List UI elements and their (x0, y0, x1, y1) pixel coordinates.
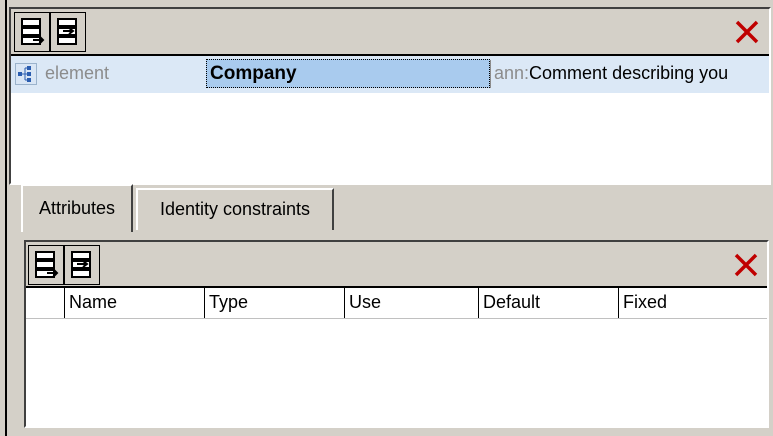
column-header-name[interactable]: Name (64, 288, 204, 318)
element-panel: element Company ann:Comment describing y… (9, 7, 771, 185)
append-row-icon (35, 251, 59, 278)
column-header-type[interactable]: Type (204, 288, 344, 318)
insert-attribute-button[interactable] (64, 245, 100, 285)
column-header-default[interactable]: Default (478, 288, 618, 318)
delete-button[interactable] (729, 13, 765, 51)
delete-x-icon (734, 253, 758, 277)
insert-row-icon (57, 18, 77, 45)
column-divider (490, 60, 491, 88)
tab-attributes-label: Attributes (38, 198, 116, 218)
tab-strip: Attributes Identity constraints (9, 184, 771, 236)
tab-attributes[interactable]: Attributes (21, 184, 133, 232)
element-name-field[interactable]: Company (206, 59, 490, 88)
element-row[interactable]: element Company ann:Comment describing y… (11, 56, 769, 93)
tab-identity-constraints-label: Identity constraints (159, 199, 311, 219)
delete-x-icon (735, 20, 759, 44)
element-node-icon (15, 63, 37, 85)
attributes-panel: Name Type Use Default Fixed (24, 240, 769, 428)
attributes-toolbar (26, 242, 767, 288)
element-toolbar (11, 9, 769, 56)
insert-row-icon (71, 251, 91, 278)
element-kind-label: element (45, 63, 110, 83)
column-header-use[interactable]: Use (344, 288, 478, 318)
append-row-icon (21, 18, 45, 45)
annotation-prefix: ann: (494, 63, 530, 83)
append-button[interactable] (14, 12, 50, 52)
annotation-text: Comment describing you (529, 63, 729, 83)
delete-attribute-button[interactable] (728, 246, 764, 284)
insert-button[interactable] (50, 12, 86, 52)
column-header-fixed[interactable]: Fixed (618, 288, 767, 318)
frame-left-edge (5, 0, 7, 436)
attributes-grid-header: Name Type Use Default Fixed (26, 288, 767, 319)
annotation-field[interactable]: ann:Comment describing you (494, 63, 728, 84)
append-attribute-button[interactable] (28, 245, 64, 285)
tab-identity-constraints[interactable]: Identity constraints (136, 188, 334, 230)
